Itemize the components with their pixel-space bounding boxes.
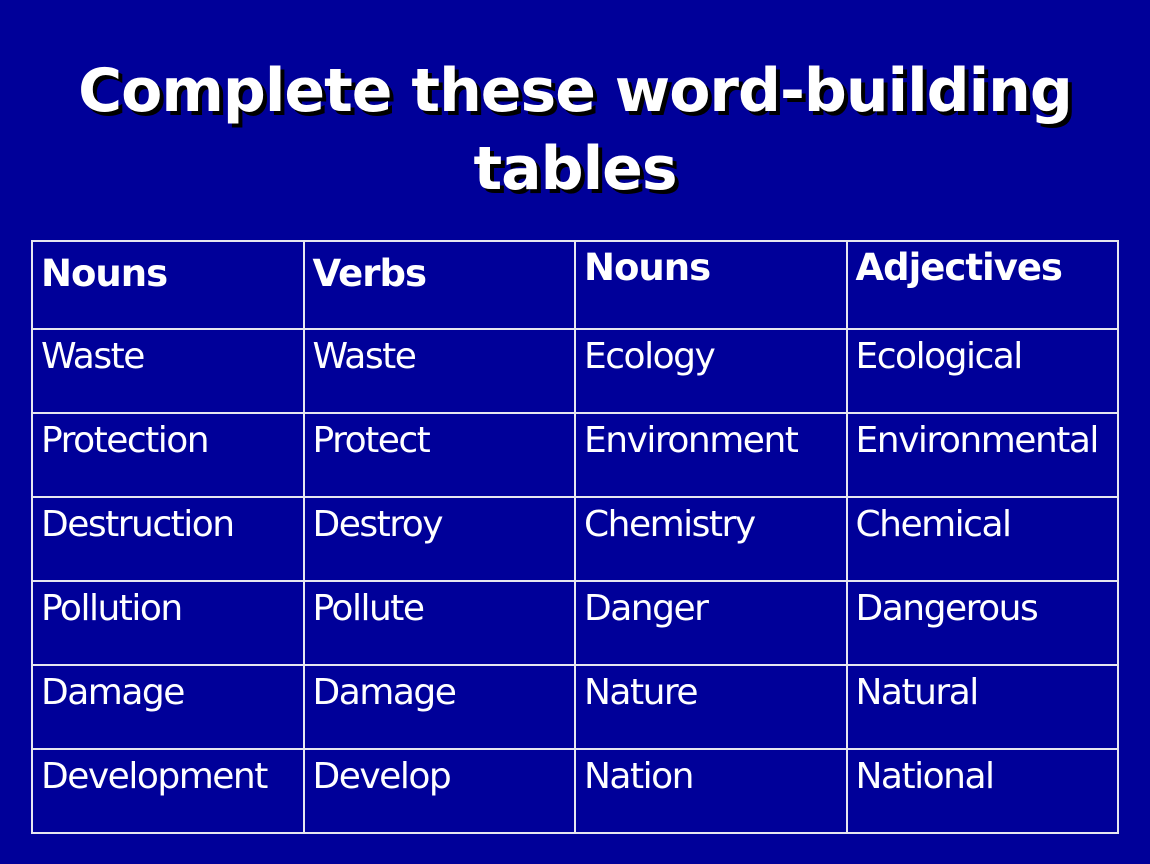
table-cell: Pollution	[31, 580, 305, 666]
header-nouns-2: Nouns	[574, 240, 848, 330]
table-row: Damage Damage Nature Natural	[31, 664, 1119, 750]
table-cell: Develop	[302, 748, 576, 834]
table-row: Protection Protect Environment Environme…	[31, 412, 1119, 498]
table-cell: Environmental	[845, 412, 1119, 498]
table-cell: Chemical	[845, 496, 1119, 582]
slide-title: Complete these word-building tables	[0, 52, 1150, 208]
header-nouns: Nouns	[31, 240, 305, 330]
table-cell: Ecology	[574, 328, 848, 414]
table-header-row: Nouns Verbs Nouns Adjectives	[31, 240, 1119, 330]
table-cell: Pollute	[302, 580, 576, 666]
header-verbs: Verbs	[302, 240, 576, 330]
table-cell: Ecological	[845, 328, 1119, 414]
table-cell: Protection	[31, 412, 305, 498]
table-row: Pollution Pollute Danger Dangerous	[31, 580, 1119, 666]
table-cell: Destruction	[31, 496, 305, 582]
table-cell: Damage	[302, 664, 576, 750]
table-cell: Damage	[31, 664, 305, 750]
table-row: Destruction Destroy Chemistry Chemical	[31, 496, 1119, 582]
header-adjectives: Adjectives	[845, 240, 1119, 330]
table-cell: Chemistry	[574, 496, 848, 582]
slide-title-line-2: tables	[473, 134, 677, 204]
table-cell: Protect	[302, 412, 576, 498]
table-cell: National	[845, 748, 1119, 834]
table-cell: Destroy	[302, 496, 576, 582]
table-cell: Development	[31, 748, 305, 834]
table-cell: Nature	[574, 664, 848, 750]
table-cell: Environment	[574, 412, 848, 498]
table-row: Development Develop Nation National	[31, 748, 1119, 834]
slide-title-line-1: Complete these word-building	[78, 56, 1073, 126]
table-row: Waste Waste Ecology Ecological	[31, 328, 1119, 414]
table-cell: Waste	[302, 328, 576, 414]
table-cell: Natural	[845, 664, 1119, 750]
table-cell: Danger	[574, 580, 848, 666]
table-cell: Dangerous	[845, 580, 1119, 666]
word-building-table: Nouns Verbs Nouns Adjectives Waste Waste…	[31, 240, 1119, 834]
table-cell: Waste	[31, 328, 305, 414]
table-cell: Nation	[574, 748, 848, 834]
